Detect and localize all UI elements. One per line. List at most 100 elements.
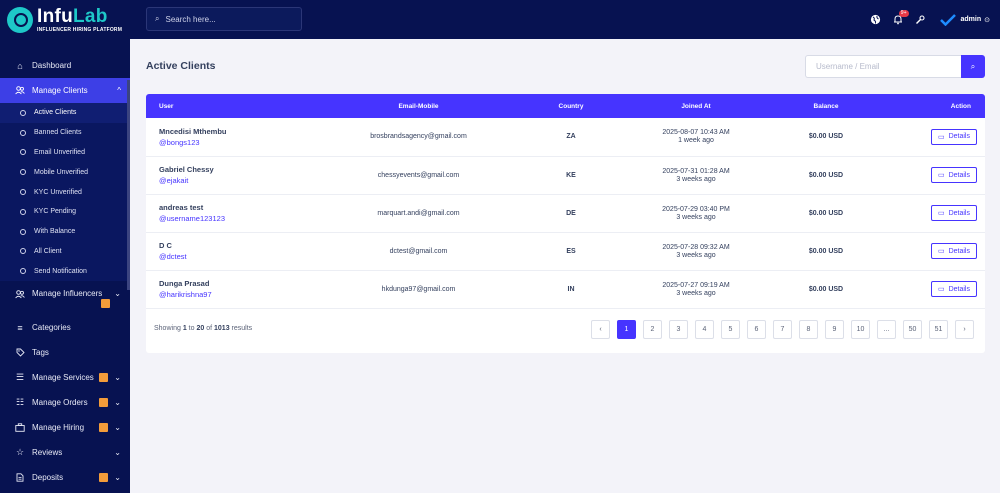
sidebar-item-label: Manage Orders [32, 398, 88, 408]
client-balance: $0.00 USD [808, 285, 844, 293]
client-username-link[interactable]: @dctest [159, 252, 296, 261]
sidebar-item-categories[interactable]: ≡ Categories [0, 315, 130, 340]
globe-icon[interactable] [870, 14, 882, 26]
submenu-item-label: With Balance [34, 228, 76, 236]
client-balance: $0.00 USD [808, 209, 844, 217]
sidebar-item-label: Tags [32, 348, 49, 358]
pagination-page[interactable]: 1 [617, 320, 636, 339]
joined-relative: 3 weeks ago [676, 175, 716, 183]
table-row: Mncedisi Mthembu @bongs123 brosbrandsagen… [146, 118, 985, 156]
sidebar-item-manage-services[interactable]: ☰ Manage Services ⌄ [0, 365, 130, 390]
sidebar-item-manage-influencers[interactable]: Manage Influencers ⌄ [0, 281, 130, 310]
user-name: admin [960, 16, 982, 23]
wrench-icon[interactable] [914, 14, 926, 26]
pagination-page[interactable]: 2 [643, 320, 662, 339]
client-username-link[interactable]: @username123123 [159, 214, 296, 223]
sidebar-item-label: Dashboard [32, 61, 72, 70]
sidebar-item-label: Manage Hiring [32, 423, 85, 433]
list-icon: ☰ [15, 372, 25, 383]
pagination: ‹ 1 2 3 4 5 6 7 8 9 10 ... 50 51 › [591, 320, 981, 339]
sidebar-item-reviews[interactable]: ☆ Reviews ⌄ [0, 440, 130, 465]
pagination-next[interactable]: › [955, 320, 974, 339]
clients-table: User Email-Mobile Country Joined At Bala… [146, 94, 985, 309]
submenu-item-active-clients[interactable]: Active Clients [0, 103, 130, 123]
users-icon [15, 289, 25, 299]
sidebar-nav: ⌂ Dashboard Manage Clients ^ Active Clie… [0, 53, 130, 490]
client-balance: $0.00 USD [808, 133, 844, 141]
sidebar-item-dashboard[interactable]: ⌂ Dashboard [0, 53, 130, 78]
warning-badge [99, 423, 108, 433]
joined-date: 2025-08-07 10:43 AM [662, 129, 730, 137]
briefcase-icon [15, 423, 25, 433]
circle-icon [20, 109, 26, 116]
submenu-item-email-unverified[interactable]: Email Unverified [0, 143, 130, 163]
pagination-page[interactable]: 3 [669, 320, 688, 339]
pagination-page[interactable]: 4 [695, 320, 714, 339]
pagination-page[interactable]: 8 [799, 320, 818, 339]
submenu-item-with-balance[interactable]: With Balance [0, 222, 130, 242]
submenu-item-all-client[interactable]: All Client [0, 242, 130, 262]
submenu-item-label: Banned Clients [34, 129, 82, 137]
pagination-prev[interactable]: ‹ [591, 320, 610, 339]
client-username-link[interactable]: @harikrishna97 [159, 290, 296, 299]
chevron-down-icon: ⌄ [114, 289, 121, 299]
search-input[interactable] [165, 14, 286, 24]
details-button[interactable]: ▭ Details [930, 167, 977, 183]
pagination-page[interactable]: 5 [721, 320, 740, 339]
clients-submenu: Active Clients Banned Clients Email Unve… [0, 103, 130, 282]
joined-date: 2025-07-27 09:19 AM [662, 281, 730, 289]
username-email-search-input[interactable] [805, 55, 961, 78]
submenu-item-banned-clients[interactable]: Banned Clients [0, 123, 130, 143]
bell-icon[interactable]: 9+ [892, 9, 909, 26]
client-name: D C [159, 241, 172, 250]
details-button-label: Details [948, 133, 970, 141]
list-icon: ☷ [15, 397, 25, 408]
client-username-link[interactable]: @bongs123 [159, 138, 296, 147]
chevron-down-icon: ⌄ [114, 473, 121, 483]
details-button[interactable]: ▭ Details [930, 281, 977, 297]
star-icon: ☆ [15, 447, 25, 458]
circle-icon [20, 149, 26, 156]
pagination-ellipsis: ... [877, 320, 896, 339]
sidebar-scrollbar[interactable] [127, 80, 130, 290]
sidebar-item-deposits[interactable]: Deposits ⌄ [0, 465, 130, 490]
sidebar-item-manage-orders[interactable]: ☷ Manage Orders ⌄ [0, 390, 130, 415]
brand-logo[interactable]: InfuLab INFLUENCER HIRING PLATFORM [0, 0, 130, 39]
column-header-action: Action [950, 102, 971, 110]
submenu-item-send-notification[interactable]: Send Notification [0, 261, 130, 281]
client-username-link[interactable]: @ejakait [159, 176, 296, 185]
sidebar: InfuLab INFLUENCER HIRING PLATFORM ⌂ Das… [0, 0, 130, 493]
joined-relative: 1 week ago [678, 137, 714, 145]
document-icon [15, 473, 25, 483]
details-button-label: Details [948, 209, 970, 217]
details-button[interactable]: ▭ Details [930, 243, 977, 259]
logo-icon [7, 6, 33, 33]
results-suffix: results [231, 325, 253, 332]
pagination-page[interactable]: 9 [825, 320, 844, 339]
sidebar-item-manage-hiring[interactable]: Manage Hiring ⌄ [0, 415, 130, 440]
pagination-page[interactable]: 50 [903, 320, 922, 339]
search-button[interactable]: ⌕ [961, 55, 985, 78]
sidebar-item-manage-clients[interactable]: Manage Clients ^ [0, 78, 130, 103]
submenu-item-mobile-unverified[interactable]: Mobile Unverified [0, 162, 130, 182]
pagination-page[interactable]: 6 [747, 320, 766, 339]
details-button[interactable]: ▭ Details [930, 205, 977, 221]
pagination-page[interactable]: 51 [929, 320, 948, 339]
joined-relative: 3 weeks ago [676, 289, 716, 297]
submenu-item-label: KYC Unverified [34, 188, 82, 196]
chevron-up-icon: ^ [117, 86, 121, 95]
submenu-item-kyc-unverified[interactable]: KYC Unverified [0, 182, 130, 202]
topbar-actions: 9+ admin ⊙ [860, 0, 990, 39]
desktop-icon: ▭ [937, 248, 945, 255]
submenu-item-kyc-pending[interactable]: KYC Pending [0, 202, 130, 222]
submenu-item-label: Send Notification [34, 267, 87, 275]
user-menu[interactable]: admin ⊙ [939, 12, 990, 28]
column-header-user: User [159, 102, 174, 110]
pagination-page[interactable]: 7 [773, 320, 792, 339]
sidebar-item-label: Categories [32, 323, 71, 333]
details-button[interactable]: ▭ Details [930, 128, 977, 145]
tag-icon [15, 348, 25, 358]
results-from: 1 [182, 325, 187, 332]
pagination-page[interactable]: 10 [851, 320, 870, 339]
sidebar-item-tags[interactable]: Tags [0, 340, 130, 365]
